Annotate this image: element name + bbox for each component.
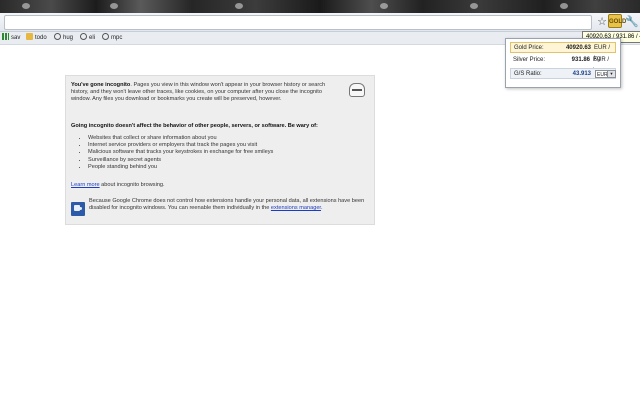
list-item: Surveillance by secret agents xyxy=(88,157,273,164)
list-item: Websites that collect or share informati… xyxy=(88,135,273,142)
currency-select[interactable]: EUR ▼ xyxy=(595,70,616,78)
gs-ratio-label: G/S Ratio: xyxy=(514,71,542,77)
tabstrip-glint xyxy=(560,3,568,9)
incognito-warning: Going incognito doesn't affect the behav… xyxy=(71,123,318,129)
gold-price-value: 40920.63 xyxy=(565,45,591,51)
tabstrip-glint xyxy=(235,3,243,9)
gs-ratio-value: 43.913 xyxy=(572,71,591,77)
extension-note: Because Google Chrome does not control h… xyxy=(89,198,369,212)
silver-price-label: Silver Price: xyxy=(513,57,546,63)
list-item: People standing behind you xyxy=(88,164,273,171)
learn-more-line: Learn more about incognito browsing. xyxy=(71,182,165,189)
currency-selected-value: EUR xyxy=(597,72,608,78)
tabstrip-glint xyxy=(110,3,118,9)
bookmark-hug[interactable]: hug xyxy=(54,33,73,43)
silver-price-row: Silver Price: 931.86 EUR / kg xyxy=(510,55,616,74)
incognito-spy-icon xyxy=(349,83,365,97)
bookmark-todo[interactable]: todo xyxy=(26,33,47,43)
bookmark-label: hug xyxy=(63,35,74,41)
incognito-info-box: You've gone incognito. Pages you view in… xyxy=(65,75,375,225)
globe-icon xyxy=(102,33,109,40)
address-bar[interactable] xyxy=(4,15,592,30)
bookmark-label: todo xyxy=(35,35,47,41)
bookmark-star-icon[interactable]: ☆ xyxy=(595,15,609,29)
folder-icon xyxy=(26,33,33,40)
silver-price-value: 931.86 xyxy=(571,57,590,63)
tabstrip-glint xyxy=(22,3,30,9)
gold-price-popup: Gold Price: 40920.63 EUR / kg Silver Pri… xyxy=(505,38,621,88)
list-item: Malicious software that tracks your keys… xyxy=(88,149,273,156)
tabstrip-glint xyxy=(470,3,478,9)
wrench-icon[interactable]: 🔧 xyxy=(625,15,639,29)
globe-icon xyxy=(54,33,61,40)
list-item: Internet service providers or employers … xyxy=(88,142,273,149)
incognito-intro: You've gone incognito. Pages you view in… xyxy=(71,82,343,104)
bars-icon xyxy=(2,33,9,40)
gold-extension-icon[interactable]: GOLD xyxy=(608,14,626,28)
gold-price-label: Gold Price: xyxy=(514,45,544,51)
incognito-risk-list: Websites that collect or share informati… xyxy=(74,135,273,171)
bookmark-eli[interactable]: eli xyxy=(80,33,95,43)
puzzle-piece-icon xyxy=(71,202,85,216)
bookmark-sav[interactable]: sav xyxy=(2,33,20,43)
learn-more-link[interactable]: Learn more xyxy=(71,182,100,188)
gs-ratio-row: G/S Ratio: 43.913 EUR ▼ xyxy=(510,68,616,79)
browser-toolbar: ☆ GOLD 🔧 xyxy=(0,13,640,32)
learn-more-text: about incognito browsing. xyxy=(99,182,165,188)
bookmark-label: sav xyxy=(11,35,21,41)
tab-strip xyxy=(0,0,640,13)
tabstrip-glint xyxy=(380,3,388,9)
bookmark-label: mpc xyxy=(111,35,123,41)
extension-note-end: . xyxy=(321,205,323,212)
bookmark-label: eli xyxy=(89,35,96,41)
incognito-intro-bold: You've gone incognito xyxy=(71,82,131,88)
globe-icon xyxy=(80,33,87,40)
bookmark-mpc[interactable]: mpc xyxy=(102,33,122,43)
gold-price-row: Gold Price: 40920.63 EUR / kg xyxy=(510,42,616,62)
chevron-down-icon: ▼ xyxy=(607,71,615,77)
extensions-manager-link[interactable]: extensions manager xyxy=(271,205,321,211)
